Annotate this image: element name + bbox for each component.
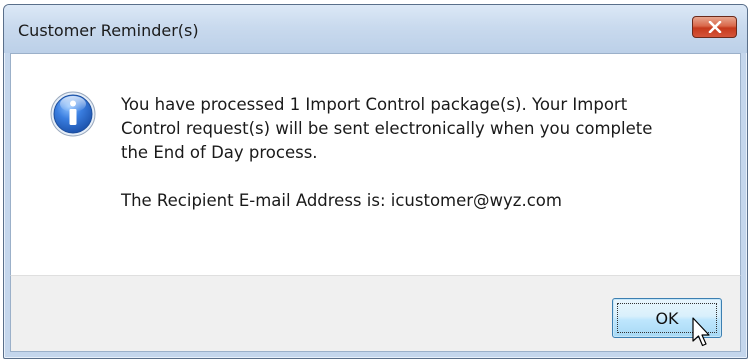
- info-icon: [50, 91, 96, 137]
- message-line-2: Control request(s) will be sent electron…: [121, 119, 653, 138]
- message-line-3: the End of Day process.: [121, 143, 318, 162]
- title-bar[interactable]: Customer Reminder(s): [4, 5, 747, 53]
- ok-button-label: OK: [655, 308, 679, 328]
- ok-button[interactable]: OK: [612, 298, 722, 338]
- message-area: You have processed 1 Import Control pack…: [10, 53, 741, 276]
- close-button[interactable]: [692, 16, 737, 38]
- message-text: You have processed 1 Import Control pack…: [121, 93, 681, 213]
- recipient-email-text: The Recipient E-mail Address is: icustom…: [121, 191, 562, 210]
- window-title: Customer Reminder(s): [18, 21, 199, 40]
- customer-reminder-dialog: Customer Reminder(s) You have processed …: [3, 4, 748, 359]
- button-bar: OK: [10, 275, 741, 352]
- close-icon: [708, 21, 721, 33]
- message-line-1: You have processed 1 Import Control pack…: [121, 95, 628, 114]
